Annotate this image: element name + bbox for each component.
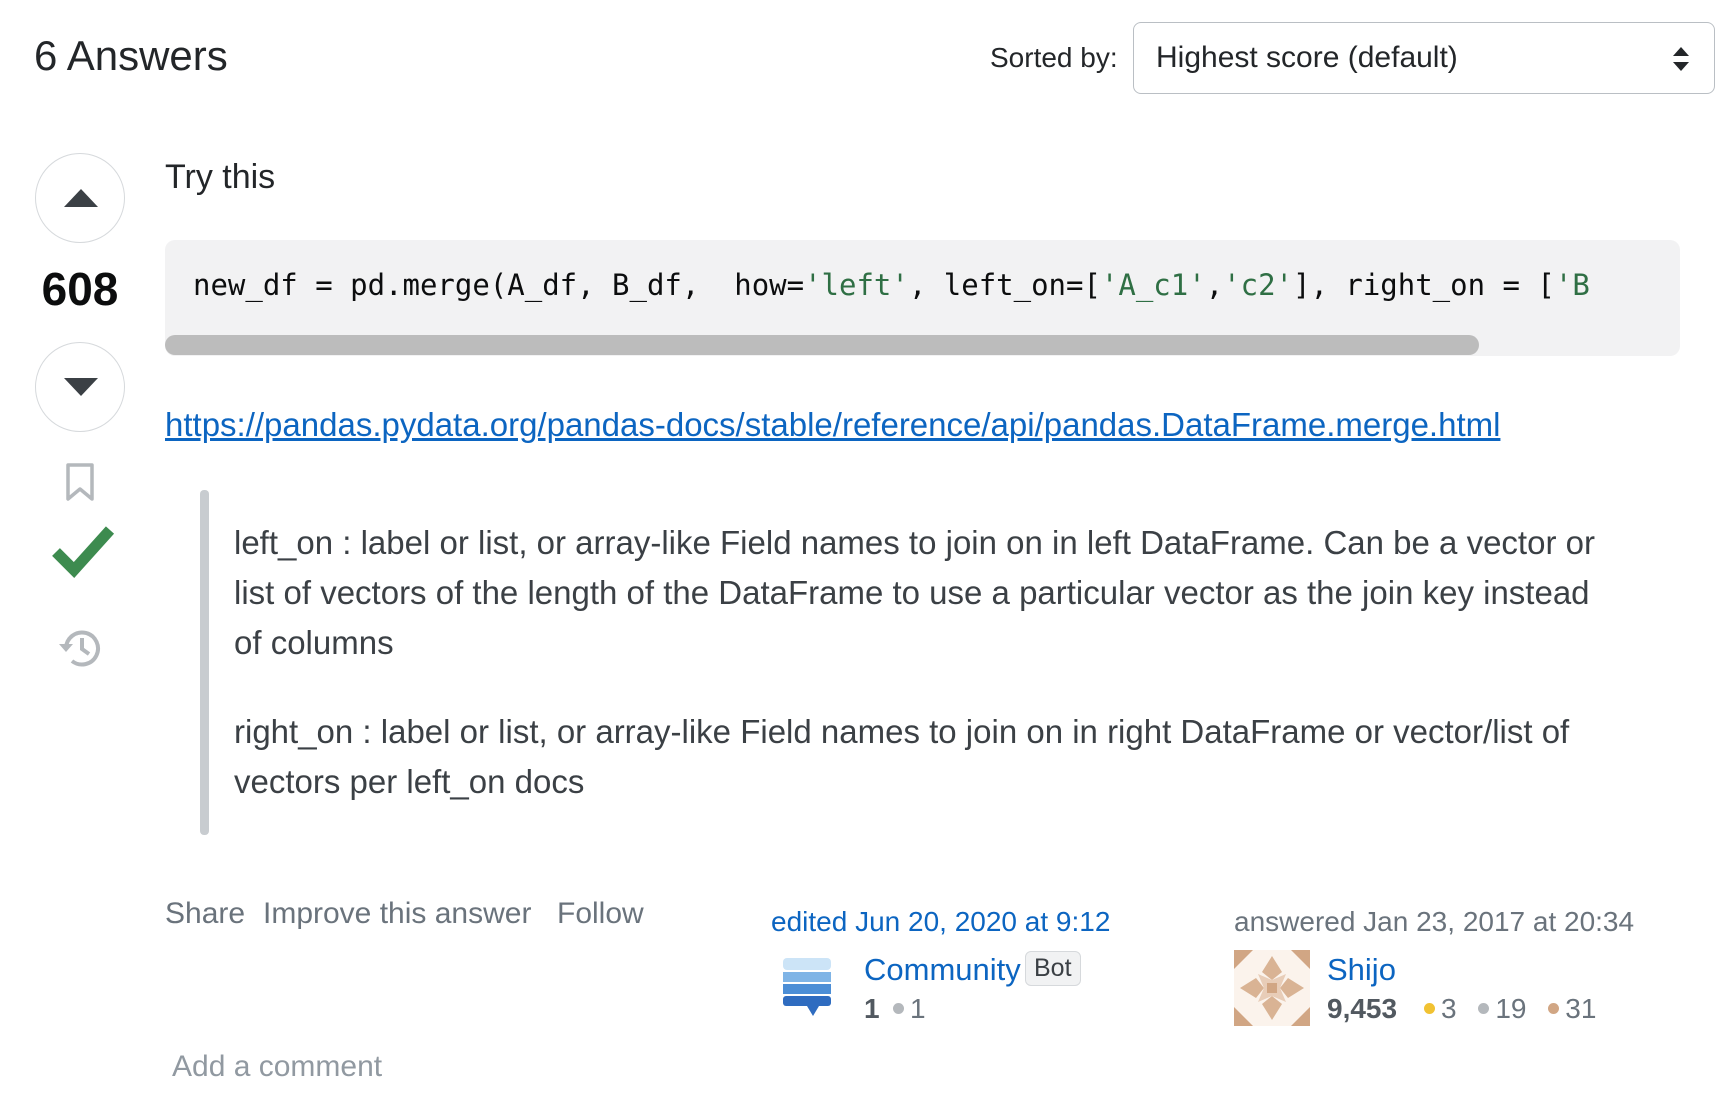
history-icon[interactable] [56,626,104,670]
silver-badge-icon [1478,1003,1490,1015]
sort-label: Sorted by: [990,42,1118,73]
code-string: 'left' [804,268,909,302]
code-segment: new_df = pd.merge(A_df, B_df, how= [193,268,805,302]
blockquote-paragraph: left_on : label or list, or array-like F… [234,524,1595,661]
community-bronze-badges: 1 [893,993,926,1025]
shijo-reputation: 9,453 [1327,993,1398,1024]
code-segment: , [1205,268,1224,302]
bronze-count: 31 [1565,993,1597,1024]
code-block[interactable]: new_df = pd.merge(A_df, B_df, how='left'… [165,240,1680,356]
blockquote-paragraph: right_on : label or list, or array-like … [234,713,1570,800]
gold-badge-icon [1424,1003,1435,1015]
bot-badge: Bot [1025,951,1081,986]
answers-count-heading: 6 Answers [34,32,228,79]
follow-link[interactable]: Follow [557,897,644,931]
add-comment-link[interactable]: Add a comment [172,1050,382,1084]
gold-count: 3 [1441,993,1457,1024]
shijo-user-link[interactable]: Shijo [1327,952,1396,988]
code-horizontal-scrollbar[interactable] [165,335,1479,355]
vote-count: 608 [41,263,119,315]
community-user-link[interactable]: Community [864,952,1021,988]
shijo-badges: 3 19 31 [1424,993,1610,1025]
code-string: 'c2' [1223,268,1293,302]
accepted-checkmark-icon [52,526,114,578]
community-avatar[interactable] [783,958,833,1018]
upvote-button[interactable] [35,153,125,243]
community-reputation: 1 [864,993,880,1024]
bronze-count: 1 [910,993,926,1024]
code-string: 'A_c1' [1100,268,1206,302]
blockquote-bar [200,490,209,835]
code-string: 'B [1554,268,1590,302]
edited-timestamp[interactable]: edited Jun 20, 2020 at 9:12 [771,906,1110,938]
improve-answer-link[interactable]: Improve this answer [263,897,531,931]
bronze-badge-icon [1548,1003,1560,1015]
answer-intro-text: Try this [165,158,276,196]
sort-select[interactable]: Highest score (default) [1133,22,1715,94]
pandas-docs-link[interactable]: https://pandas.pydata.org/pandas-docs/st… [165,406,1500,444]
answered-timestamp: answered Jan 23, 2017 at 20:34 [1234,906,1635,937]
share-link[interactable]: Share [165,897,245,931]
sort-arrows-icon [1673,47,1689,71]
sort-selected-value: Highest score (default) [1156,41,1458,74]
silver-count: 19 [1495,993,1527,1024]
downvote-button[interactable] [35,342,125,432]
bookmark-icon[interactable] [64,462,96,502]
shijo-avatar[interactable] [1234,950,1310,1026]
code-text: new_df = pd.merge(A_df, B_df, how='left'… [193,268,1590,302]
code-segment: ], right_on = [ [1293,268,1555,302]
badge-dot-icon [893,1003,904,1015]
chevron-up-icon [64,189,98,207]
chevron-down-icon [64,378,98,396]
code-segment: , left_on=[ [908,268,1101,302]
